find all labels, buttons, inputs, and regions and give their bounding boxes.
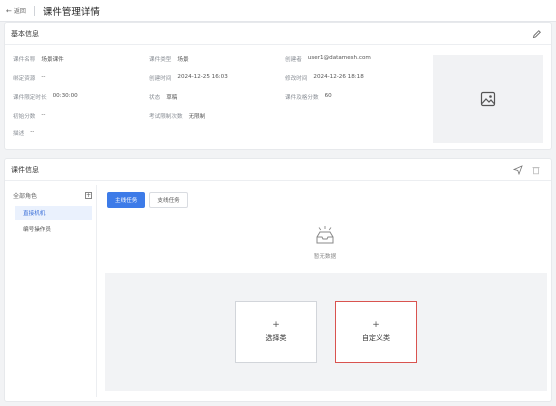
- empty-text: 暂无数据: [313, 254, 337, 260]
- field-creator: 创建者 user1@datamesh.com: [285, 55, 371, 63]
- trash-icon[interactable]: [531, 165, 541, 175]
- send-icon[interactable]: [513, 165, 523, 175]
- page-title: 课件管理详情: [42, 6, 100, 18]
- field-bound-resource: 绑定资源 --: [13, 74, 46, 82]
- plus-icon: +: [372, 320, 380, 330]
- image-placeholder-icon: [480, 91, 496, 107]
- field-initial-score: 初始分数 --: [13, 112, 46, 120]
- select-class-label: 选择类: [265, 334, 287, 342]
- select-class-button[interactable]: + 选择类: [235, 301, 317, 363]
- basic-info-title: 基本信息: [11, 29, 39, 38]
- top-bar: ← 返回 课件管理详情: [0, 0, 556, 22]
- task-panel: 主线任务 支线任务 暂无数据 + 选择类 + 自定义类: [105, 185, 547, 397]
- course-info-card: 课件信息 全部角色 + 直接机机 编号操作员 主线任务 支线任务 暂无数据 + …: [4, 158, 552, 402]
- field-modified-time: 修改时间 2024-12-26 18:18: [285, 74, 364, 82]
- divider: [33, 5, 35, 16]
- custom-class-label: 自定义类: [362, 334, 390, 342]
- back-button[interactable]: ← 返回: [6, 6, 26, 16]
- sidebar-item-role-2[interactable]: 编号操作员: [15, 222, 92, 236]
- basic-info-header: 基本信息: [5, 23, 551, 45]
- arrow-left-icon: ←: [6, 6, 12, 15]
- empty-state: 暂无数据: [295, 225, 355, 260]
- role-sidebar-header: 全部角色 +: [11, 185, 96, 204]
- task-tabs: 主线任务 支线任务: [107, 192, 188, 208]
- sidebar-item-role-1[interactable]: 直接机机: [15, 206, 92, 220]
- cover-image-placeholder[interactable]: [433, 55, 543, 143]
- field-exam-limit: 考试限制次数 无限制: [149, 114, 206, 120]
- plus-icon: +: [272, 320, 280, 330]
- field-created-time: 创建时间 2024-12-25 16:03: [149, 74, 228, 82]
- role-sidebar: 全部角色 + 直接机机 编号操作员: [11, 185, 97, 397]
- tab-side-task[interactable]: 支线任务: [149, 192, 188, 208]
- course-info-header: 课件信息: [5, 159, 551, 181]
- pencil-icon[interactable]: [532, 29, 542, 39]
- basic-info-card: 基本信息 课件名称 场景课件 课件类型 场景 创建者 user1@datamesh.c…: [4, 22, 552, 150]
- field-description: 描述 --: [13, 129, 35, 137]
- field-status: 状态 草稿: [149, 95, 178, 101]
- tab-main-task[interactable]: 主线任务: [107, 192, 146, 208]
- role-sidebar-title: 全部角色: [13, 193, 38, 200]
- back-label: 返回: [13, 8, 26, 15]
- custom-class-button[interactable]: + 自定义类: [335, 301, 417, 363]
- field-name: 课件名称 场景课件: [13, 57, 64, 63]
- empty-tray-icon: [316, 226, 334, 244]
- task-pool-area: + 选择类 + 自定义类: [105, 273, 547, 391]
- field-duration: 课件限定时长 00:30:00: [13, 93, 78, 101]
- field-type: 课件类型 场景: [149, 57, 189, 63]
- field-pass-score: 课件及格分数 60: [285, 93, 332, 101]
- plus-square-icon[interactable]: +: [85, 192, 92, 199]
- course-info-title: 课件信息: [11, 165, 39, 174]
